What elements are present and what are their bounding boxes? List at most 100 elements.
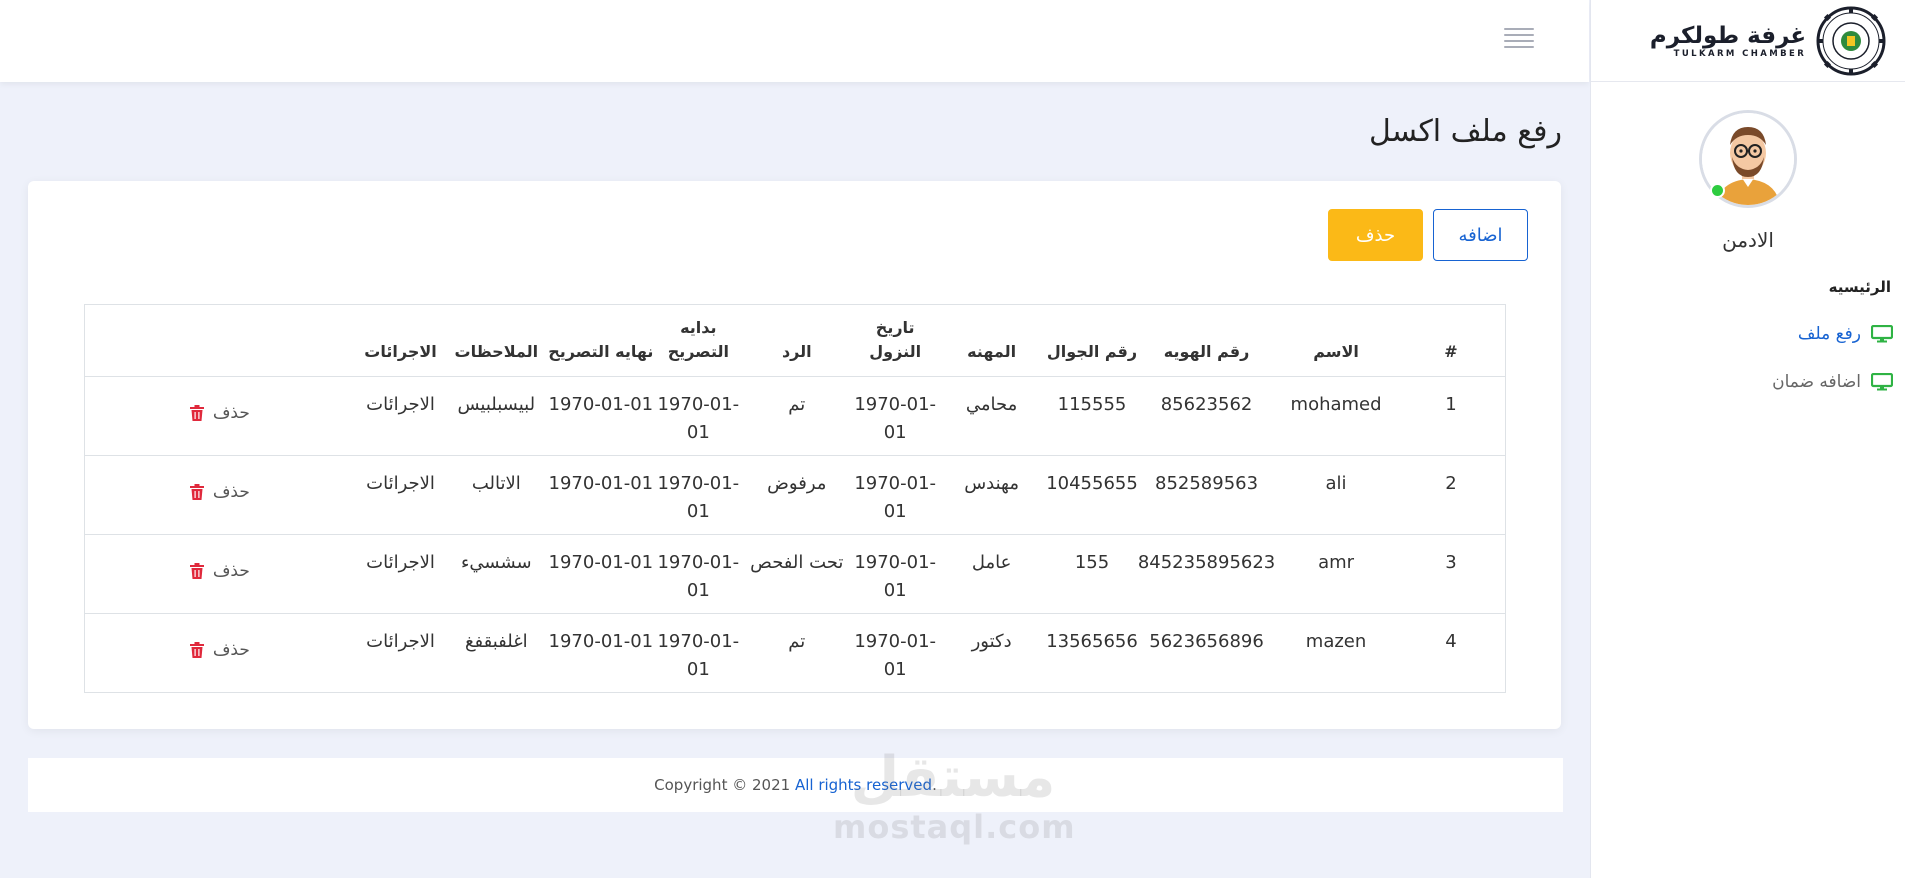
trash-icon [189, 642, 204, 658]
table-cell: 13565656 [1046, 613, 1138, 693]
table-cell: تم [740, 376, 854, 456]
trash-icon [189, 563, 204, 579]
table-cell: عامل [936, 534, 1047, 614]
column-header: الاسم [1275, 304, 1397, 377]
sidebar-item-upload-file[interactable]: رفع ملف [1591, 324, 1905, 344]
hamburger-menu-icon[interactable] [1504, 28, 1534, 50]
page-title: رفع ملف اكسل [1368, 114, 1562, 149]
content-card: اضافه حذف # الاسم رقم الهويه رقم الجوال … [28, 181, 1561, 729]
row-delete-button[interactable]: حذف [189, 557, 250, 585]
table-cell-action: حذف [84, 376, 354, 456]
table-cell: 155 [1046, 534, 1138, 614]
table-cell: 115555 [1046, 376, 1138, 456]
monitor-icon [1871, 373, 1893, 391]
table-cell: ali [1275, 455, 1397, 535]
trash-icon [189, 405, 204, 421]
add-button[interactable]: اضافه [1433, 209, 1528, 261]
table-cell-action: حذف [84, 534, 354, 614]
table-cell: الاجرائات [353, 376, 448, 456]
table-cell: 1970-01-01 [545, 376, 657, 456]
trash-icon [189, 484, 204, 500]
records-table: # الاسم رقم الهويه رقم الجوال المهنه تار… [84, 304, 1506, 693]
copyright-text: Copyright © 2021 [654, 776, 791, 794]
table-cell: 1970-01-01 [853, 534, 937, 614]
brand-name-en: TULKARM CHAMBER [1673, 48, 1807, 59]
brand-logo[interactable]: غرفة طولكرم TULKARM CHAMBER [1591, 0, 1905, 82]
brand-name-ar: غرفة طولكرم [1649, 22, 1807, 49]
table-cell: mazen [1275, 613, 1397, 693]
table-cell: 2 [1396, 455, 1506, 535]
sidebar-item-label: رفع ملف [1797, 324, 1861, 344]
table-cell: 1970-01-01 [656, 455, 741, 535]
table-row: 2 ali 852589563 10455655 مهندس 1970-01-01 مرفو… [84, 455, 1506, 535]
table-row: 1 mohamed 85623562 115555 محامي 1970-01-01 تم 1… [84, 376, 1506, 456]
table-cell: محامي [936, 376, 1047, 456]
table-cell: تحت الفحص [740, 534, 854, 614]
table-cell: الاجرائات [353, 534, 448, 614]
row-delete-button[interactable]: حذف [189, 399, 250, 427]
row-delete-label: حذف [212, 561, 250, 581]
table-cell: تم [740, 613, 854, 693]
user-profile: الادمن [1591, 82, 1905, 252]
row-delete-label: حذف [212, 482, 250, 502]
table-cell-action: حذف [84, 455, 354, 535]
table-cell: الاتالب [447, 455, 546, 535]
table-cell: سشسيء [447, 534, 546, 614]
delete-button[interactable]: حذف [1328, 209, 1423, 261]
table-cell: 1970-01-01 [545, 534, 657, 614]
top-bar [0, 0, 1589, 82]
profile-name: الادمن [1722, 228, 1774, 252]
table-cell: 85623562 [1137, 376, 1276, 456]
online-status-dot [1710, 183, 1725, 198]
table-cell: mohamed [1275, 376, 1397, 456]
column-header: # [1396, 304, 1506, 377]
column-header: بدايه التصريح [656, 304, 741, 377]
sidebar: غرفة طولكرم TULKARM CHAMBER الادمن الرئي… [1590, 0, 1905, 878]
table-cell: لبيسبلبيس [447, 376, 546, 456]
table-cell: دكتور [936, 613, 1047, 693]
table-cell: 3 [1396, 534, 1506, 614]
row-delete-label: حذف [212, 640, 250, 660]
table-row: 3 amr 845235895623 155 عامل 1970-01-01 تحت الف… [84, 534, 1506, 614]
table-cell: amr [1275, 534, 1397, 614]
table-cell: 1970-01-01 [853, 613, 937, 693]
table-cell: 1970-01-01 [545, 613, 657, 693]
table-cell: 10455655 [1046, 455, 1138, 535]
row-delete-button[interactable]: حذف [189, 636, 250, 664]
table-row: 4 mazen 5623656896 13565656 دكتور 1970-01-01 ت… [84, 613, 1506, 693]
column-header: نهايه التصريح [545, 304, 657, 377]
table-cell: 4 [1396, 613, 1506, 693]
table-cell: مرفوض [740, 455, 854, 535]
table-cell: 1970-01-01 [656, 613, 741, 693]
watermark-en: mostaql.com [833, 808, 1076, 846]
table-cell: 845235895623 [1137, 534, 1276, 614]
rights-link[interactable]: All rights reserved [795, 776, 932, 794]
table-cell: 1970-01-01 [853, 376, 937, 456]
table-cell: 1970-01-01 [656, 376, 741, 456]
nav-heading-home[interactable]: الرئيسيه [1591, 278, 1905, 296]
column-header: الرد [740, 304, 854, 377]
column-header: الاجرائات [353, 304, 448, 377]
table-cell: 5623656896 [1137, 613, 1276, 693]
table-cell: 1970-01-01 [545, 455, 657, 535]
table-cell: الاجرائات [353, 613, 448, 693]
table-header-row: # الاسم رقم الهويه رقم الجوال المهنه تار… [84, 304, 1506, 377]
column-header: رقم الجوال [1046, 304, 1138, 377]
row-delete-label: حذف [212, 403, 250, 423]
table-cell: اغلفبقفغ [447, 613, 546, 693]
table-cell-action: حذف [84, 613, 354, 693]
table-body: 1 mohamed 85623562 115555 محامي 1970-01-01 تم 1… [84, 376, 1506, 693]
table-cell: مهندس [936, 455, 1047, 535]
row-delete-button[interactable]: حذف [189, 478, 250, 506]
monitor-icon [1871, 325, 1893, 343]
column-header: تاريخ النزول [853, 304, 937, 377]
sidebar-item-add-guarantee[interactable]: اضافه ضمان [1591, 372, 1905, 392]
column-header [84, 304, 354, 377]
sidebar-item-label: اضافه ضمان [1772, 372, 1861, 392]
footer: Copyright © 2021 All rights reserved. [28, 758, 1563, 812]
column-header: المهنه [936, 304, 1047, 377]
table-cell: 852589563 [1137, 455, 1276, 535]
table-cell: 1970-01-01 [853, 455, 937, 535]
table-cell: الاجرائات [353, 455, 448, 535]
column-header: رقم الهويه [1137, 304, 1276, 377]
